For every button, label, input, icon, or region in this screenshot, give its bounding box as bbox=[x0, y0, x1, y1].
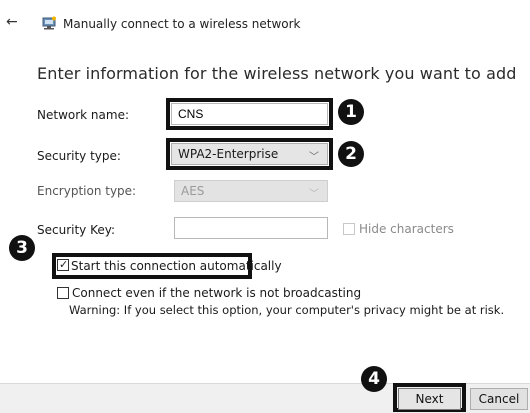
next-button[interactable]: Next bbox=[398, 388, 461, 410]
security-key-input[interactable] bbox=[174, 217, 328, 239]
auto-connect-checkbox[interactable]: ✓ bbox=[57, 258, 69, 271]
network-name-label: Network name: bbox=[37, 108, 129, 122]
back-arrow-icon[interactable]: ← bbox=[6, 14, 18, 30]
security-type-select[interactable]: WPA2-Enterprise ﹀ bbox=[171, 143, 328, 165]
checkmark-icon: ✓ bbox=[59, 258, 69, 271]
encryption-type-value: AES bbox=[181, 184, 205, 198]
marker-3: 3 bbox=[9, 235, 35, 261]
marker-4: 4 bbox=[361, 366, 387, 392]
network-name-input[interactable] bbox=[171, 103, 328, 125]
privacy-warning: Warning: If you select this option, your… bbox=[69, 303, 505, 317]
network-icon bbox=[41, 15, 57, 30]
auto-connect-label: Start this connection automatically bbox=[71, 259, 282, 273]
page-heading: Enter information for the wireless netwo… bbox=[37, 64, 517, 83]
connect-hidden-label: Connect even if the network is not broad… bbox=[72, 286, 362, 300]
chevron-down-icon: ﹀ bbox=[309, 152, 319, 163]
security-type-value: WPA2-Enterprise bbox=[178, 147, 279, 161]
marker-2: 2 bbox=[338, 141, 364, 167]
encryption-type-label: Encryption type: bbox=[37, 184, 137, 198]
hide-characters-label: Hide characters bbox=[359, 222, 454, 236]
security-key-label: Security Key: bbox=[37, 223, 116, 237]
window-title: Manually connect to a wireless network bbox=[63, 17, 301, 31]
security-type-label: Security type: bbox=[37, 149, 121, 163]
marker-1: 1 bbox=[338, 99, 364, 125]
encryption-type-select: AES ﹀ bbox=[174, 180, 328, 202]
chevron-down-icon: ﹀ bbox=[309, 189, 319, 200]
hide-characters-checkbox[interactable] bbox=[343, 223, 355, 235]
title-bar: ← Manually connect to a wireless network bbox=[0, 0, 530, 44]
wireless-setup-dialog: ← Manually connect to a wireless network… bbox=[0, 0, 530, 413]
cancel-button[interactable]: Cancel bbox=[470, 388, 528, 410]
connect-hidden-checkbox[interactable] bbox=[57, 287, 69, 299]
